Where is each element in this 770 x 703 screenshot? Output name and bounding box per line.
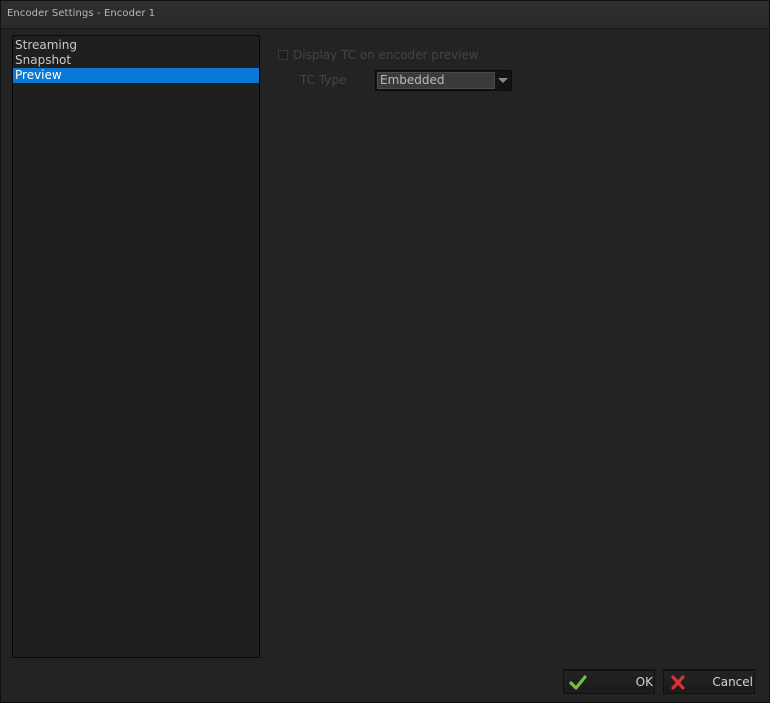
sidebar-item-snapshot[interactable]: Snapshot (13, 53, 259, 68)
tc-type-label: TC Type (300, 73, 347, 87)
cancel-button[interactable]: Cancel (663, 669, 755, 694)
tc-type-dropdown[interactable]: Embedded (375, 70, 512, 91)
window-title: Encoder Settings - Encoder 1 (7, 8, 156, 19)
settings-category-list[interactable]: Streaming Snapshot Preview (12, 35, 260, 658)
display-tc-checkbox[interactable] (278, 50, 288, 60)
display-tc-label: Display TC on encoder preview (293, 48, 479, 62)
encoder-settings-dialog: Encoder Settings - Encoder 1 Streaming S… (0, 0, 770, 703)
preview-settings-panel: Display TC on encoder preview TC Type Em… (271, 41, 751, 121)
sidebar-item-streaming[interactable]: Streaming (13, 38, 259, 53)
sidebar-item-preview[interactable]: Preview (13, 68, 259, 83)
cancel-button-label: Cancel (712, 675, 753, 689)
ok-button-label: OK (635, 675, 653, 689)
checkmark-icon (569, 674, 587, 691)
chevron-down-icon[interactable] (495, 71, 511, 90)
ok-button[interactable]: OK (563, 669, 655, 694)
display-tc-option[interactable]: Display TC on encoder preview (278, 48, 479, 62)
tc-type-value: Embedded (377, 72, 495, 89)
x-icon (669, 674, 687, 691)
title-bar[interactable]: Encoder Settings - Encoder 1 (1, 1, 769, 29)
